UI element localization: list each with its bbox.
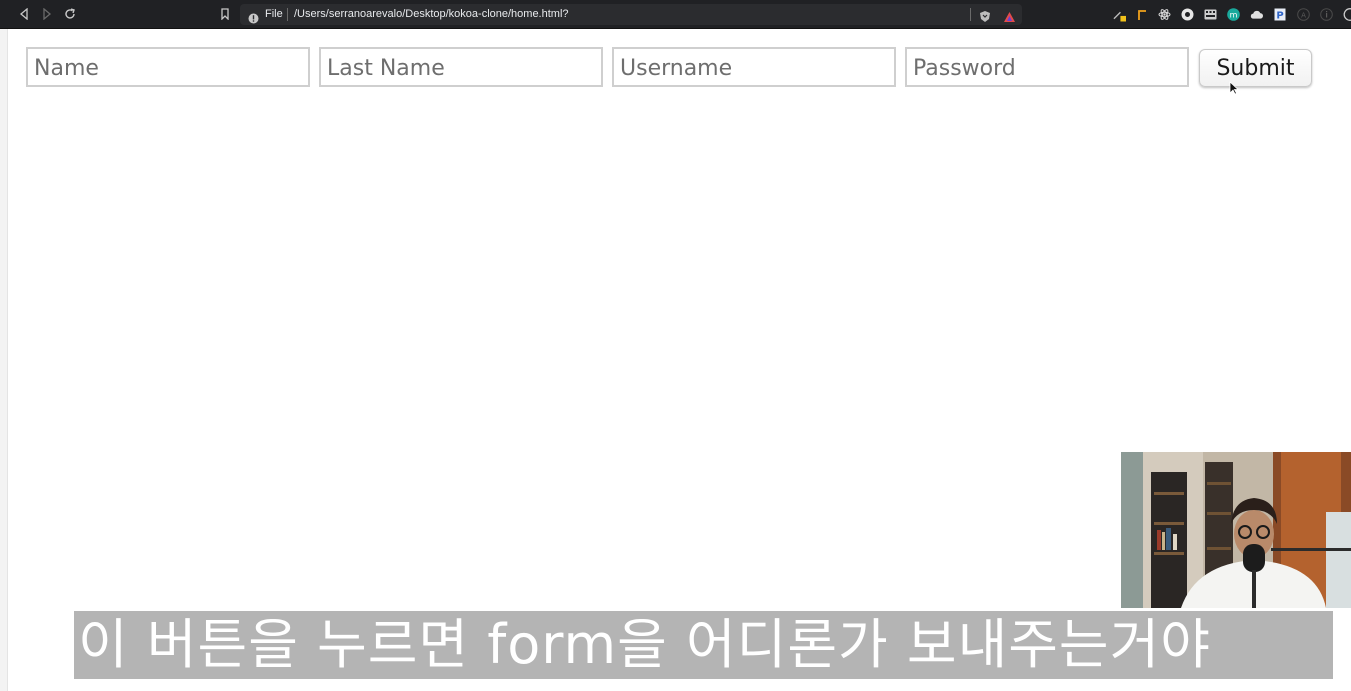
address-bar[interactable]: File /Users/serranoarevalo/Desktop/kokoa…	[240, 4, 1022, 25]
info-extension-icon[interactable]	[1320, 8, 1333, 21]
reload-icon[interactable]	[63, 7, 77, 21]
forward-icon[interactable]	[40, 7, 54, 21]
password-input[interactable]	[905, 47, 1189, 87]
bookmark-icon[interactable]	[218, 7, 232, 21]
p-extension-icon[interactable]: P	[1273, 8, 1286, 21]
browser-toolbar: File /Users/serranoarevalo/Desktop/kokoa…	[0, 0, 1351, 29]
name-input[interactable]	[26, 47, 310, 87]
url-scheme-label: File	[265, 8, 283, 20]
svg-text:m: m	[1230, 10, 1238, 19]
submit-button[interactable]: Submit	[1199, 49, 1312, 87]
mouse-cursor-icon	[1229, 80, 1240, 95]
pencil-extension-icon[interactable]	[1113, 8, 1126, 21]
svg-text:P: P	[1276, 11, 1283, 22]
username-input[interactable]	[612, 47, 896, 87]
url-text[interactable]: /Users/serranoarevalo/Desktop/kokoa-clon…	[294, 8, 569, 20]
webcam-video	[1121, 452, 1351, 608]
brave-shield-icon[interactable]	[979, 8, 991, 27]
keyboard-extension-icon[interactable]	[1204, 8, 1217, 21]
last-name-input[interactable]	[319, 47, 603, 87]
shield-divider	[970, 8, 971, 21]
subtitle-caption: 이 버튼을 누르면 form을 어디론가 보내주는거야	[74, 611, 1333, 679]
circle-extension-icon[interactable]	[1341, 8, 1351, 21]
react-devtools-icon[interactable]	[1158, 8, 1171, 21]
brave-rewards-icon[interactable]	[1003, 8, 1016, 27]
info-icon[interactable]	[248, 9, 259, 28]
svg-text:A: A	[1301, 11, 1306, 19]
flag-extension-icon[interactable]	[1135, 8, 1148, 21]
url-divider	[287, 8, 288, 21]
m-extension-icon[interactable]: m	[1227, 8, 1240, 21]
a-extension-icon[interactable]: A	[1297, 8, 1310, 21]
cloud-extension-icon[interactable]	[1250, 8, 1263, 21]
back-icon[interactable]	[17, 7, 31, 21]
page-left-edge	[0, 29, 8, 691]
record-extension-icon[interactable]	[1181, 8, 1194, 21]
